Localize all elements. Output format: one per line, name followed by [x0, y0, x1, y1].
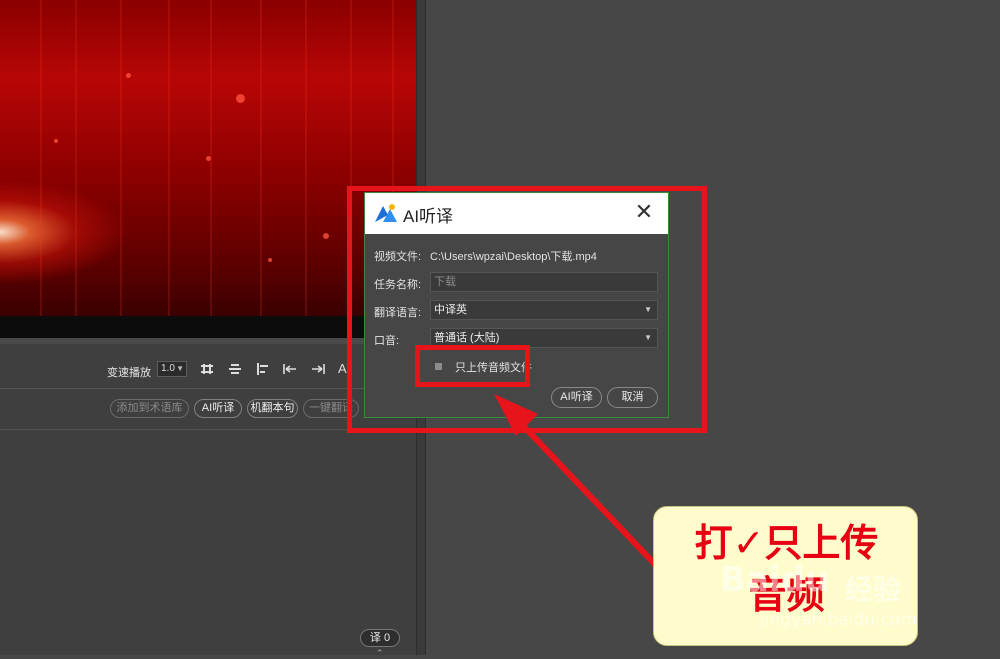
watermark-url: jingyan.baidu.com: [760, 610, 917, 630]
baidu-watermark: Baidu: [720, 560, 830, 600]
jingyan-watermark: 经验: [845, 573, 902, 606]
